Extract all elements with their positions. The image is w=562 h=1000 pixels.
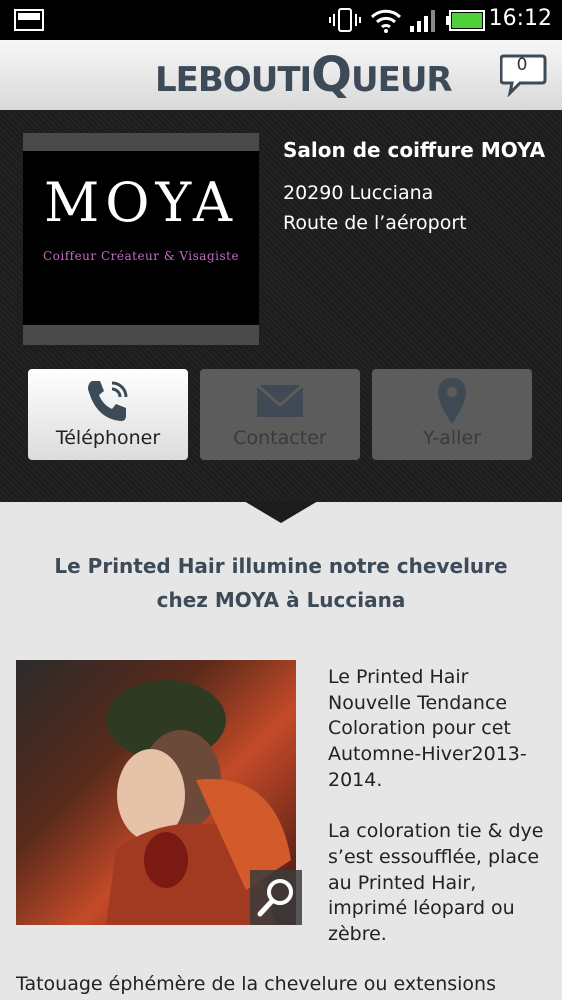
vibrate-icon	[329, 8, 361, 32]
wifi-icon	[370, 9, 402, 33]
article-body: Le Printed Hair Nouvelle Tendance Colora…	[328, 666, 544, 946]
salon-logo-tagline: Coiffeur Créateur & Visagiste	[42, 249, 240, 263]
call-button[interactable]: Téléphoner	[28, 369, 188, 460]
envelope-icon	[256, 383, 304, 417]
logo-part-c: UEUR	[350, 60, 453, 100]
article-continuation: Tatouage éphémère de la chevelure ou ext…	[16, 973, 496, 995]
call-button-label: Téléphoner	[55, 427, 161, 449]
directions-button-label: Y-aller	[423, 427, 481, 449]
contact-button[interactable]: Contacter	[200, 369, 360, 460]
magnifier-icon	[257, 879, 293, 917]
messages-button[interactable]: 0	[500, 53, 548, 97]
zoom-button[interactable]	[250, 870, 302, 925]
salon-name: Salon de coiffure MOYA	[283, 138, 546, 162]
message-count: 0	[516, 55, 528, 75]
signal-icon	[410, 10, 435, 32]
salon-logo: MOYA Coiffeur Créateur & Visagiste	[23, 133, 259, 345]
logo-part-a: LEBOUTI	[155, 60, 312, 100]
salon-address-city: 20290 Lucciana	[283, 182, 434, 204]
article-title: Le Printed Hair illumine notre chevelure…	[54, 554, 508, 612]
phone-icon	[88, 381, 128, 421]
clock: 16:12	[488, 6, 552, 31]
app-bar: LEBOUTIQUEUR 0	[0, 40, 562, 111]
panel-pointer	[244, 501, 318, 523]
app-logo[interactable]: LEBOUTIQUEUR	[155, 51, 453, 100]
status-bar: 16:12	[0, 0, 562, 40]
salon-logo-word: MOYA	[43, 171, 238, 234]
battery-icon	[446, 10, 485, 31]
map-pin-icon	[438, 378, 466, 424]
directions-button[interactable]: Y-aller	[372, 369, 532, 460]
gallery-icon	[14, 9, 44, 31]
logo-part-b: Q	[311, 47, 352, 103]
contact-button-label: Contacter	[233, 427, 327, 449]
salon-address-street: Route de l’aéroport	[283, 212, 467, 234]
